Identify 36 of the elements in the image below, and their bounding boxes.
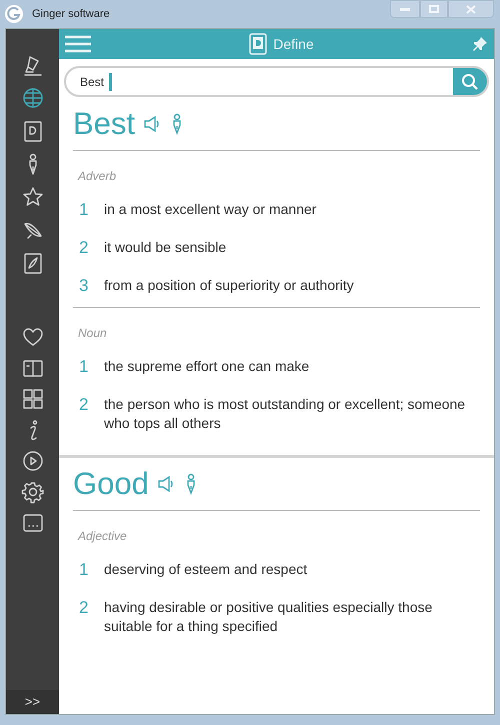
part-of-speech: Noun xyxy=(77,325,107,342)
headword: Good xyxy=(73,465,149,503)
header-title: Define xyxy=(273,34,314,54)
sense-number: 3 xyxy=(79,275,90,297)
sense-number: 1 xyxy=(79,356,90,378)
definition-text: deserving of esteem and respect xyxy=(104,560,308,579)
part-of-speech: Adjective xyxy=(76,528,127,545)
search-value: Best xyxy=(80,74,104,90)
grid-icon[interactable] xyxy=(20,387,44,411)
maximize-icon xyxy=(429,5,439,13)
play-icon[interactable] xyxy=(20,449,44,473)
definition-text: in a most excellent way or manner xyxy=(104,200,318,219)
globe-icon[interactable] xyxy=(20,86,44,110)
dictionary-icon xyxy=(249,33,268,55)
window-title: Ginger software xyxy=(32,6,110,22)
gear-icon[interactable] xyxy=(20,480,44,504)
sense-number: 1 xyxy=(79,559,90,581)
definition-text: the person who is most outstanding or excellent; someone who tops all others xyxy=(104,395,466,433)
search-icon xyxy=(461,72,479,90)
sense-number: 2 xyxy=(79,597,90,619)
sense-number: 2 xyxy=(79,394,90,416)
sense-number: 1 xyxy=(79,199,90,221)
close-icon xyxy=(466,4,476,14)
definition-text: from a position of superiority or authority xyxy=(104,276,355,295)
search-button[interactable] xyxy=(453,68,487,95)
definition-text: the supreme effort one can make xyxy=(104,357,310,376)
headword: Best xyxy=(73,105,136,143)
text-cursor xyxy=(109,72,112,90)
app-logo-icon xyxy=(4,4,24,24)
expand-button[interactable]: >> xyxy=(6,690,59,714)
sense-number: 2 xyxy=(79,237,90,259)
part-of-speech: Adverb xyxy=(76,168,116,185)
minimize-icon xyxy=(400,8,410,10)
definition-text: it would be sensible xyxy=(104,238,228,257)
definition-text: having desirable or positive qualities especially those suitable for a thing specified xyxy=(104,598,434,636)
search-field[interactable]: Best xyxy=(64,66,489,97)
